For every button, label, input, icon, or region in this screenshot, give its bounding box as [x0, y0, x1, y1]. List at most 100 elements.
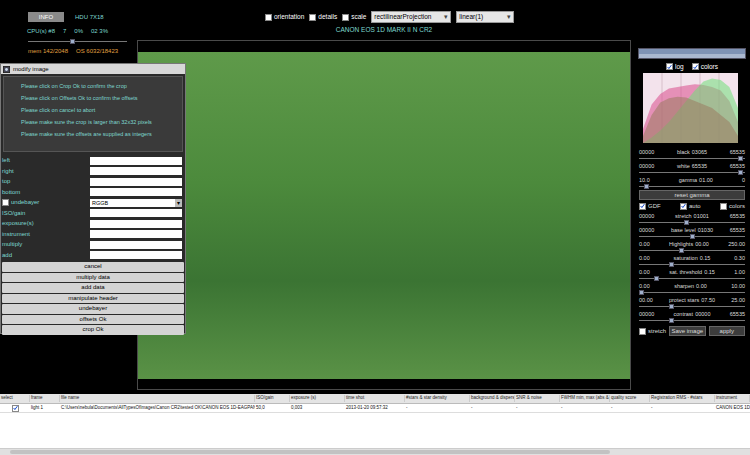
- toolbar-checkbox[interactable]: scale: [342, 12, 366, 22]
- slider[interactable]: [639, 170, 745, 175]
- info-button[interactable]: INFO: [28, 12, 64, 22]
- option-checkbox[interactable]: auto: [680, 202, 701, 211]
- option-checkbox[interactable]: GDF: [639, 202, 661, 211]
- toolbar-checkbox[interactable]: details: [309, 12, 337, 22]
- field-input[interactable]: [90, 230, 182, 238]
- dialog-button[interactable]: multiply data: [2, 273, 184, 283]
- slider[interactable]: [639, 290, 745, 295]
- field-input[interactable]: [90, 157, 182, 165]
- checkbox[interactable]: [342, 14, 349, 21]
- checkbox[interactable]: [666, 63, 673, 70]
- slider-caption: stretch01001: [675, 212, 709, 220]
- checkbox[interactable]: [720, 203, 727, 210]
- column-header[interactable]: background & dispersion: [470, 395, 515, 402]
- slider[interactable]: [639, 234, 745, 239]
- slider[interactable]: [639, 220, 745, 225]
- column-header[interactable]: frame: [30, 395, 60, 402]
- checkbox[interactable]: [639, 203, 646, 210]
- reset-gamma-button[interactable]: reset gamma: [639, 190, 745, 200]
- checkbox[interactable]: [639, 328, 646, 335]
- slider[interactable]: [639, 262, 745, 267]
- stretch-checkbox[interactable]: stretch: [639, 327, 666, 336]
- slider-thumb[interactable]: [684, 220, 689, 225]
- dialog-button[interactable]: manipulate header: [2, 294, 184, 304]
- checkbox[interactable]: [265, 14, 272, 21]
- slider-thumb[interactable]: [738, 170, 743, 175]
- column-header[interactable]: quality score: [610, 395, 650, 402]
- dialog-button[interactable]: undebayer: [2, 304, 184, 314]
- slider[interactable]: [639, 248, 745, 253]
- field-input[interactable]: [90, 178, 182, 186]
- dropdown[interactable]: rectilinearProjection▾: [371, 11, 451, 23]
- checkbox[interactable]: [692, 63, 699, 70]
- slider-thumb[interactable]: [654, 276, 659, 281]
- column-header[interactable]: select: [0, 395, 30, 402]
- slider[interactable]: [639, 156, 745, 161]
- column-header[interactable]: SNR & noise: [515, 395, 560, 402]
- slider-thumb[interactable]: [669, 318, 674, 323]
- slider[interactable]: [639, 276, 745, 281]
- checkbox[interactable]: [680, 203, 687, 210]
- field-input[interactable]: [90, 251, 182, 259]
- undebayer-checkbox[interactable]: undebayer: [1, 198, 90, 207]
- slider-thumb[interactable]: [70, 39, 75, 44]
- slider[interactable]: [28, 39, 127, 44]
- column-header[interactable]: #stars & star density: [405, 395, 470, 402]
- slider-value: 0.00: [696, 282, 707, 290]
- slider-track: [639, 320, 745, 321]
- check-mark: [641, 204, 645, 207]
- slider[interactable]: [639, 304, 745, 309]
- field-input[interactable]: [90, 209, 182, 217]
- column-header[interactable]: FWHM min, max (abs & rel): [560, 395, 610, 402]
- horizontal-scrollbar[interactable]: [0, 448, 750, 455]
- slider[interactable]: [639, 184, 745, 189]
- action-button[interactable]: Save image: [669, 326, 706, 336]
- slider-caption: saturation0.15: [674, 254, 711, 262]
- table-row[interactable]: light 1C:\Users\nebula\Documents\AllType…: [0, 404, 750, 413]
- pattern-select[interactable]: RGGB▾: [90, 199, 182, 207]
- slider-min: 00000: [639, 162, 654, 170]
- scrollbar-thumb[interactable]: [10, 450, 610, 454]
- column-header[interactable]: Registration RMS - #stars: [650, 395, 715, 402]
- dropdown[interactable]: linear(1)▾: [456, 11, 514, 23]
- slider-labels: 00000white6553565535: [639, 162, 745, 170]
- column-header[interactable]: instrument: [715, 395, 750, 402]
- column-header[interactable]: ISO/gain: [255, 395, 290, 402]
- option-checkbox[interactable]: colors: [720, 202, 745, 211]
- slider-labels: 0.00sharpen0.0010.00: [639, 282, 745, 290]
- checkbox[interactable]: [2, 199, 9, 206]
- field-label: right: [1, 167, 90, 176]
- slider-thumb[interactable]: [690, 234, 695, 239]
- histogram-options: log colors: [638, 61, 746, 72]
- field-input[interactable]: [90, 220, 182, 228]
- field-input[interactable]: [90, 188, 182, 196]
- slider-thumb[interactable]: [639, 290, 644, 295]
- column-header[interactable]: file name: [60, 395, 255, 402]
- cpu-row: CPU(s) #870%02 3%: [0, 27, 137, 36]
- check-mark: [682, 204, 686, 207]
- dialog-button[interactable]: add data: [2, 283, 184, 293]
- modify-image-dialog: modify imagePlease click on Crop Ok to c…: [0, 63, 186, 334]
- dialog-button[interactable]: crop Ok: [2, 325, 184, 335]
- checkbox[interactable]: [309, 14, 316, 21]
- column-header[interactable]: exposure (s): [290, 395, 345, 402]
- slider-thumb[interactable]: [738, 156, 743, 161]
- field-input[interactable]: [90, 167, 182, 175]
- dialog-button[interactable]: cancel: [2, 262, 184, 272]
- toolbar-checkbox[interactable]: orientation: [265, 12, 304, 22]
- slider-track: [639, 172, 745, 173]
- checkbox[interactable]: [12, 405, 19, 412]
- column-header[interactable]: time shot: [345, 395, 405, 402]
- slider-value: 0.15: [704, 268, 715, 276]
- slider[interactable]: [639, 318, 745, 323]
- slider-thumb[interactable]: [669, 262, 674, 267]
- slider-thumb[interactable]: [669, 304, 674, 309]
- slider-thumb[interactable]: [644, 184, 649, 189]
- select-arrow[interactable]: ▾: [175, 199, 182, 207]
- slider-thumb[interactable]: [679, 248, 684, 253]
- option-checkbox[interactable]: colors: [692, 62, 718, 72]
- field-input[interactable]: [90, 241, 182, 249]
- dialog-button[interactable]: offsets Ok: [2, 315, 184, 325]
- option-checkbox[interactable]: log: [666, 62, 684, 72]
- action-button[interactable]: apply: [709, 326, 746, 336]
